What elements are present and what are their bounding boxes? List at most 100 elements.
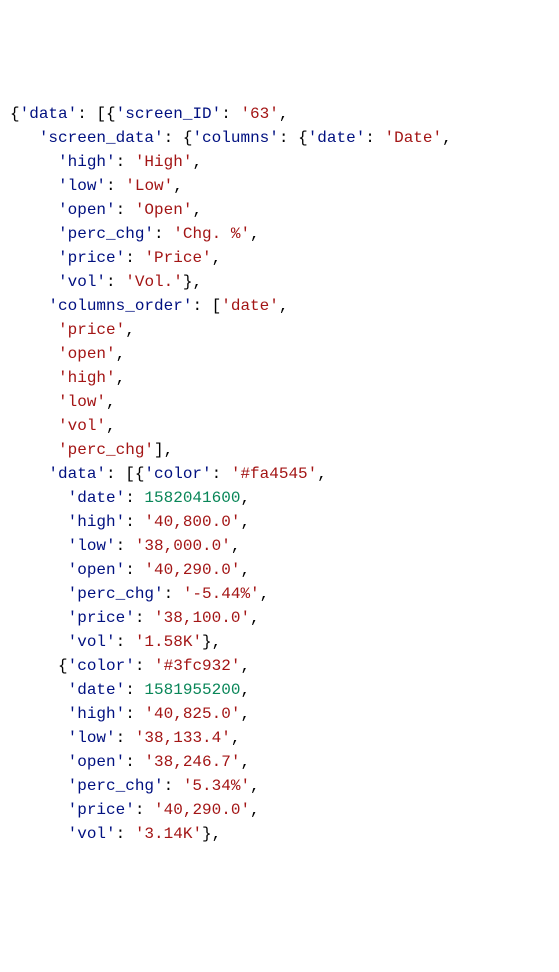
token-pun: : [{ (77, 105, 115, 123)
token-pun: : (164, 585, 183, 603)
code-line: 'open': '38,246.7', (10, 750, 549, 774)
token-pun: : (125, 753, 144, 771)
token-str: '40,290.0' (144, 561, 240, 579)
token-key: 'low' (68, 729, 116, 747)
code-line: 'open', (10, 342, 549, 366)
token-str: 'low' (58, 393, 106, 411)
token-str: 'High' (135, 153, 193, 171)
code-line: 'low': 'Low', (10, 174, 549, 198)
token-pun: : (116, 537, 135, 555)
token-pun: , (240, 489, 250, 507)
code-line: 'perc_chg': '5.34%', (10, 774, 549, 798)
code-line: {'data': [{'screen_ID': '63', (10, 102, 549, 126)
token-pun: , (240, 705, 250, 723)
token-str: '38,133.4' (135, 729, 231, 747)
token-key: 'screen_ID' (116, 105, 222, 123)
code-line: 'low', (10, 390, 549, 414)
token-str: '63' (240, 105, 278, 123)
token-str: '38,246.7' (144, 753, 240, 771)
token-pun: , (231, 537, 241, 555)
code-line: 'open': '40,290.0', (10, 558, 549, 582)
token-key: 'low' (58, 177, 106, 195)
token-pun: : (116, 633, 135, 651)
token-key: 'columns' (192, 129, 278, 147)
token-key: 'vol' (68, 633, 116, 651)
token-str: '40,290.0' (154, 801, 250, 819)
code-line: 'open': 'Open', (10, 198, 549, 222)
code-line: 'vol', (10, 414, 549, 438)
token-pun: : (116, 825, 135, 843)
token-str: 'Chg. %' (173, 225, 250, 243)
token-pun: , (279, 297, 289, 315)
token-pun: : [ (192, 297, 221, 315)
token-str: '40,825.0' (144, 705, 240, 723)
code-line: 'vol': '3.14K'}, (10, 822, 549, 846)
token-str: '38,000.0' (135, 537, 231, 555)
code-line: 'price': '38,100.0', (10, 606, 549, 630)
token-str: 'high' (58, 369, 116, 387)
token-key: 'perc_chg' (68, 777, 164, 795)
token-key: 'perc_chg' (68, 585, 164, 603)
token-str: 'vol' (58, 417, 106, 435)
token-str: '38,100.0' (154, 609, 250, 627)
token-pun: : (135, 609, 154, 627)
token-pun: : (125, 489, 144, 507)
code-line: 'date': 1582041600, (10, 486, 549, 510)
token-pun: : (125, 681, 144, 699)
token-key: 'columns_order' (48, 297, 192, 315)
token-key: 'open' (68, 753, 126, 771)
token-key: 'date' (68, 489, 126, 507)
token-key: 'open' (58, 201, 116, 219)
token-key: 'vol' (68, 825, 116, 843)
token-key: 'date' (308, 129, 366, 147)
token-str: 'open' (58, 345, 116, 363)
token-pun: , (279, 105, 289, 123)
token-str: 'Price' (144, 249, 211, 267)
token-key: 'data' (20, 105, 78, 123)
token-key: 'color' (144, 465, 211, 483)
token-pun: , (106, 393, 116, 411)
token-pun: ], (154, 441, 173, 459)
token-pun: , (240, 513, 250, 531)
token-pun: : { (164, 129, 193, 147)
code-line: 'high': 'High', (10, 150, 549, 174)
token-pun: : (154, 225, 173, 243)
token-pun: { (10, 105, 20, 123)
token-pun: , (192, 153, 202, 171)
token-str: '3.14K' (135, 825, 202, 843)
token-pun: , (250, 801, 260, 819)
token-str: 'Date' (385, 129, 443, 147)
token-pun: : (135, 801, 154, 819)
code-line: 'high', (10, 366, 549, 390)
token-pun: : (106, 273, 125, 291)
token-pun: }, (202, 633, 221, 651)
token-pun: , (116, 369, 126, 387)
token-pun: }, (183, 273, 202, 291)
code-line: {'color': '#3fc932', (10, 654, 549, 678)
token-str: '#3fc932' (154, 657, 240, 675)
code-block: {'data': [{'screen_ID': '63', 'screen_da… (10, 102, 549, 846)
token-pun: : (116, 201, 135, 219)
token-pun: : (125, 513, 144, 531)
token-pun: , (442, 129, 452, 147)
token-pun: , (106, 417, 116, 435)
token-pun: , (240, 681, 250, 699)
token-key: 'high' (68, 513, 126, 531)
code-line: 'high': '40,825.0', (10, 702, 549, 726)
token-pun: : (212, 465, 231, 483)
token-str: 'Vol.' (125, 273, 183, 291)
code-line: 'perc_chg'], (10, 438, 549, 462)
token-str: 'Low' (125, 177, 173, 195)
token-pun: , (116, 345, 126, 363)
code-line: 'data': [{'color': '#fa4545', (10, 462, 549, 486)
token-str: '40,800.0' (144, 513, 240, 531)
token-pun: : (365, 129, 384, 147)
token-str: 'perc_chg' (58, 441, 154, 459)
token-key: 'open' (68, 561, 126, 579)
code-line: 'date': 1581955200, (10, 678, 549, 702)
token-pun: , (231, 729, 241, 747)
token-str: '#fa4545' (231, 465, 317, 483)
token-str: 'price' (58, 321, 125, 339)
code-line: 'vol': '1.58K'}, (10, 630, 549, 654)
token-key: 'screen_data' (39, 129, 164, 147)
